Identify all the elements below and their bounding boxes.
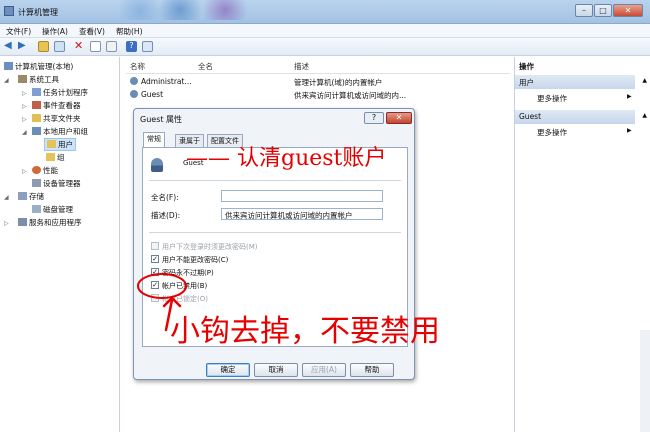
annotation-overlay bbox=[137, 273, 187, 332]
annotation-uncheck-note: 小钩去掉，不要禁用 bbox=[170, 314, 440, 349]
red-circle-mark bbox=[137, 273, 187, 299]
